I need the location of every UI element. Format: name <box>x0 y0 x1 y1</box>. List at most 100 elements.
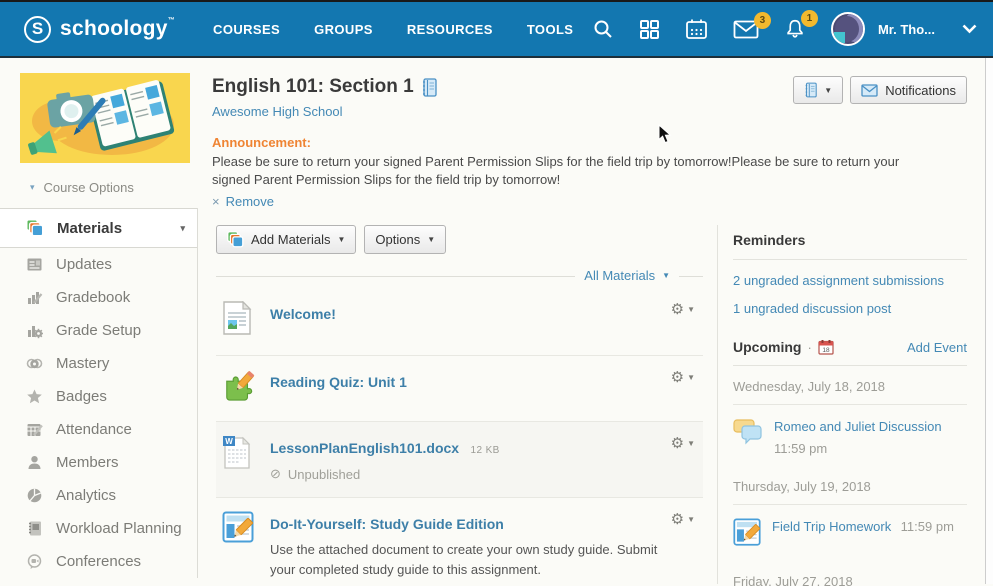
materials-caret-icon: ▾ <box>180 223 185 234</box>
row-gear-menu[interactable]: ⚙ ▼ <box>671 436 695 451</box>
sidebar-item-mastery[interactable]: Mastery <box>0 347 197 380</box>
page-title: English 101: Section 1 <box>212 76 437 98</box>
school-link[interactable]: Awesome High School <box>212 104 343 119</box>
badges-icon <box>26 388 43 405</box>
nav-groups[interactable]: GROUPS <box>314 22 373 37</box>
row-gear-menu[interactable]: ⚙ ▼ <box>671 370 695 385</box>
sidebar-item-label: Analytics <box>56 487 116 504</box>
scrollbar-track[interactable] <box>985 58 993 584</box>
gear-caret-icon: ▼ <box>687 439 695 448</box>
schoology-s-icon: S <box>24 16 51 43</box>
page-icon <box>222 301 256 340</box>
nav-resources[interactable]: RESOURCES <box>407 22 493 37</box>
gear-icon: ⚙ <box>671 512 684 527</box>
event-link[interactable]: Field Trip Homework <box>772 519 891 534</box>
material-link[interactable]: Welcome! <box>270 306 336 322</box>
gear-caret-icon: ▼ <box>687 515 695 524</box>
row-gear-menu[interactable]: ⚙ ▼ <box>671 512 695 527</box>
primary-nav: COURSES GROUPS RESOURCES TOOLS <box>213 22 573 37</box>
remove-announcement-link[interactable]: × Remove <box>212 194 934 209</box>
sidebar-item-materials[interactable]: Materials ▾ <box>0 208 197 248</box>
event-time: 11:59 pm <box>901 519 954 534</box>
material-row-assignment: Do-It-Yourself: Study Guide Edition Use … <box>216 498 703 586</box>
event-time: 11:59 pm <box>774 441 942 456</box>
material-row-welcome: Welcome! ⚙ ▼ <box>216 288 703 356</box>
word-document-icon: W <box>222 435 256 476</box>
grade-setup-icon <box>26 322 43 339</box>
course-view-dropdown-button[interactable]: ▼ <box>793 76 843 104</box>
sidebar-item-grade-setup[interactable]: Grade Setup <box>0 314 197 347</box>
word-w-letter: W <box>225 437 233 446</box>
notifications-button-label: Notifications <box>885 83 956 98</box>
sidebar-item-label: Mastery <box>56 355 109 372</box>
course-cover-image <box>20 73 190 163</box>
options-label: Options <box>375 232 420 247</box>
upcoming-title: Upcoming <box>733 339 801 355</box>
user-avatar[interactable] <box>831 12 865 46</box>
sidebar-item-label: Updates <box>56 256 112 273</box>
brand-name: schoology™ <box>60 17 175 41</box>
sidebar-item-workload-planning[interactable]: Workload Planning <box>0 512 197 545</box>
event-row: Romeo and Juliet Discussion 11:59 pm <box>733 405 967 466</box>
reminder-link-discussion[interactable]: 1 ungraded discussion post <box>733 301 967 316</box>
event-date-header: Thursday, July 19, 2018 <box>733 466 967 505</box>
sidebar-item-label: Members <box>56 454 119 471</box>
add-event-link[interactable]: Add Event <box>907 340 967 355</box>
calendar-icon[interactable] <box>685 18 708 40</box>
nav-courses[interactable]: COURSES <box>213 22 280 37</box>
sidebar-item-analytics[interactable]: Analytics <box>0 479 197 512</box>
notifications-button[interactable]: Notifications <box>850 76 967 104</box>
row-gear-menu[interactable]: ⚙ ▼ <box>671 302 695 317</box>
sidebar-item-updates[interactable]: Updates <box>0 248 197 281</box>
sidebar-item-conferences[interactable]: Conferences <box>0 545 197 578</box>
assignment-description: Use the attached document to create your… <box>270 540 662 579</box>
sidebar-item-label: Workload Planning <box>56 520 182 537</box>
sidebar-item-badges[interactable]: Badges <box>0 380 197 413</box>
dropdown-caret-icon: ▼ <box>337 235 345 244</box>
dropdown-caret-icon: ▼ <box>427 235 435 244</box>
course-notebook-icon <box>421 78 437 97</box>
upcoming-calendar-icon[interactable]: 18 <box>818 339 834 355</box>
sidebar-item-attendance[interactable]: Attendance <box>0 413 197 446</box>
messages-badge: 3 <box>754 12 771 29</box>
filter-caret-icon: ▼ <box>662 271 670 280</box>
materials-icon <box>227 231 244 248</box>
unpublished-icon: ⊘ <box>270 466 281 482</box>
schoology-logo[interactable]: S schoology™ <box>24 16 175 43</box>
reminder-link-assignments[interactable]: 2 ungraded assignment submissions <box>733 273 967 288</box>
remove-label: Remove <box>226 194 274 209</box>
notebook-icon <box>804 82 817 98</box>
announcement: Announcement: Please be sure to return y… <box>212 135 934 209</box>
add-materials-button[interactable]: Add Materials ▼ <box>216 225 356 254</box>
material-link[interactable]: Do-It-Yourself: Study Guide Edition <box>270 516 504 532</box>
announcement-text: Please be sure to return your signed Par… <box>212 153 934 188</box>
notifications-bell-icon[interactable]: 1 <box>784 18 806 40</box>
gear-icon: ⚙ <box>671 302 684 317</box>
sidebar-item-label: Attendance <box>56 421 132 438</box>
messages-icon[interactable]: 3 <box>733 20 759 39</box>
course-options-label: Course Options <box>44 180 134 195</box>
course-options-toggle[interactable]: ▾ Course Options <box>30 180 198 195</box>
gear-icon: ⚙ <box>671 370 684 385</box>
options-button[interactable]: Options ▼ <box>364 225 446 254</box>
sidebar-item-gradebook[interactable]: Gradebook <box>0 281 197 314</box>
search-icon[interactable] <box>592 18 614 40</box>
user-name[interactable]: Mr. Tho... <box>878 22 935 37</box>
course-menu: Materials ▾ Updates Gradebook Grade Setu… <box>0 208 198 578</box>
conferences-icon <box>26 553 43 570</box>
workload-planning-icon <box>26 520 43 537</box>
middot: · <box>807 340 811 355</box>
material-link[interactable]: LessonPlanEnglish101.docx <box>270 440 459 456</box>
material-link[interactable]: Reading Quiz: Unit 1 <box>270 374 407 390</box>
chevron-down-icon[interactable] <box>962 24 977 34</box>
material-row-lesson-plan: W LessonPlanEnglish101.docx 12 KB ⊘ Unpu… <box>216 422 703 498</box>
sidebar-item-members[interactable]: Members <box>0 446 197 479</box>
file-size: 12 KB <box>471 445 500 456</box>
materials-icon <box>26 219 44 237</box>
material-row-reading-quiz: Reading Quiz: Unit 1 ⚙ ▼ <box>216 356 703 422</box>
all-materials-filter[interactable]: All Materials ▼ <box>575 268 679 283</box>
event-link[interactable]: Romeo and Juliet Discussion <box>774 419 942 434</box>
nav-tools[interactable]: TOOLS <box>527 22 574 37</box>
discussion-icon <box>733 418 763 451</box>
apps-grid-icon[interactable] <box>639 19 660 40</box>
